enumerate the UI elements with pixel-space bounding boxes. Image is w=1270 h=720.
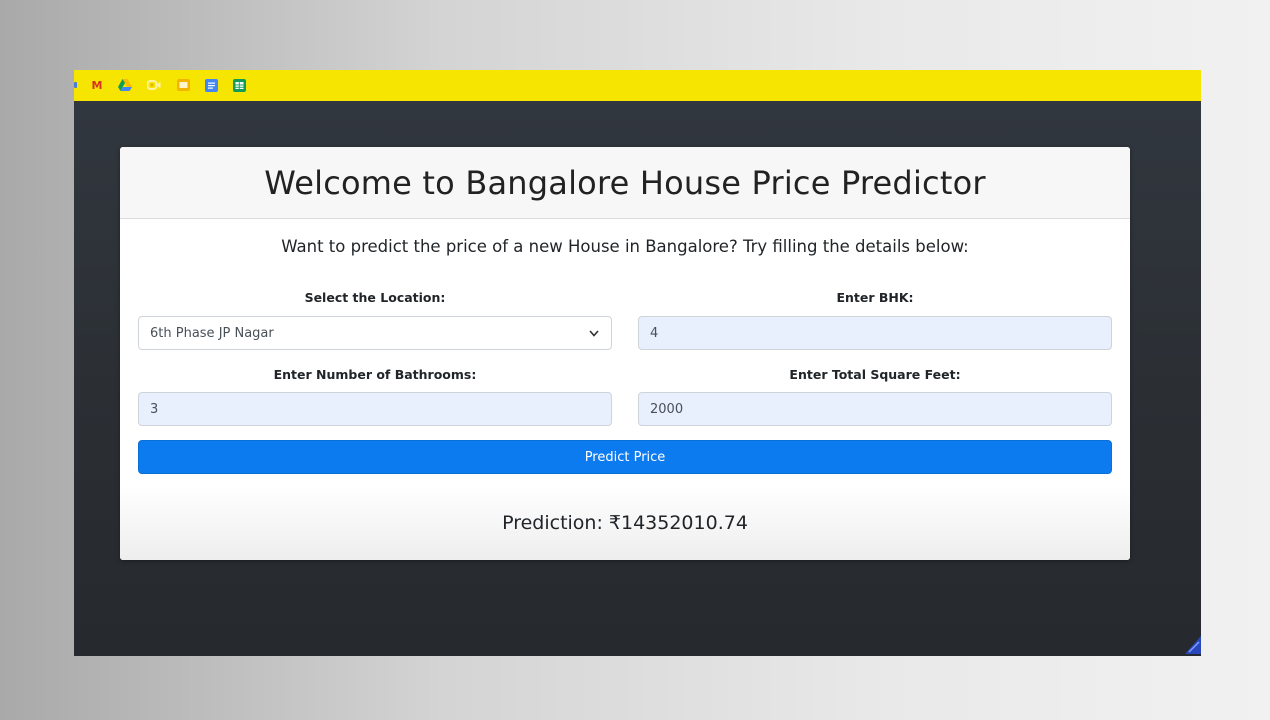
cursor-arrow-icon [1181,636,1201,654]
predictor-card: Welcome to Bangalore House Price Predict… [120,147,1130,560]
page-title: Welcome to Bangalore House Price Predict… [264,163,986,202]
location-label: Select the Location: [304,290,446,305]
result-area: Prediction: ₹14352010.74 [120,487,1130,560]
google-drive-icon[interactable] [118,78,132,92]
bathrooms-input-value: 3 [150,401,159,417]
bookmark-overflow-icon[interactable] [74,82,77,88]
intro-text: Want to predict the price of a new House… [281,237,969,256]
bhk-input-value: 4 [650,325,659,341]
google-docs-icon[interactable] [204,78,218,92]
bathrooms-label: Enter Number of Bathrooms: [273,367,477,382]
google-meet-icon[interactable] [147,78,161,92]
google-slides-icon[interactable] [176,78,190,92]
location-select[interactable]: 6th Phase JP Nagar [138,316,612,350]
sqft-input-value: 2000 [650,401,684,417]
chevron-down-icon [588,327,600,339]
bhk-label: Enter BHK: [836,290,914,305]
prediction-result: Prediction: ₹14352010.74 [502,512,748,534]
gmail-icon[interactable]: M [90,78,104,92]
predict-price-button[interactable]: Predict Price [138,440,1112,474]
location-selected-value: 6th Phase JP Nagar [150,325,274,341]
bhk-input[interactable]: 4 [638,316,1112,350]
bookmarks-bar: M [74,70,1201,101]
google-sheets-icon[interactable] [232,78,246,92]
sqft-input[interactable]: 2000 [638,392,1112,426]
sqft-label: Enter Total Square Feet: [789,367,961,382]
browser-window: M Welcome to Bangalore House Price Predi… [74,70,1201,656]
card-header: Welcome to Bangalore House Price Predict… [120,147,1130,219]
bathrooms-input[interactable]: 3 [138,392,612,426]
